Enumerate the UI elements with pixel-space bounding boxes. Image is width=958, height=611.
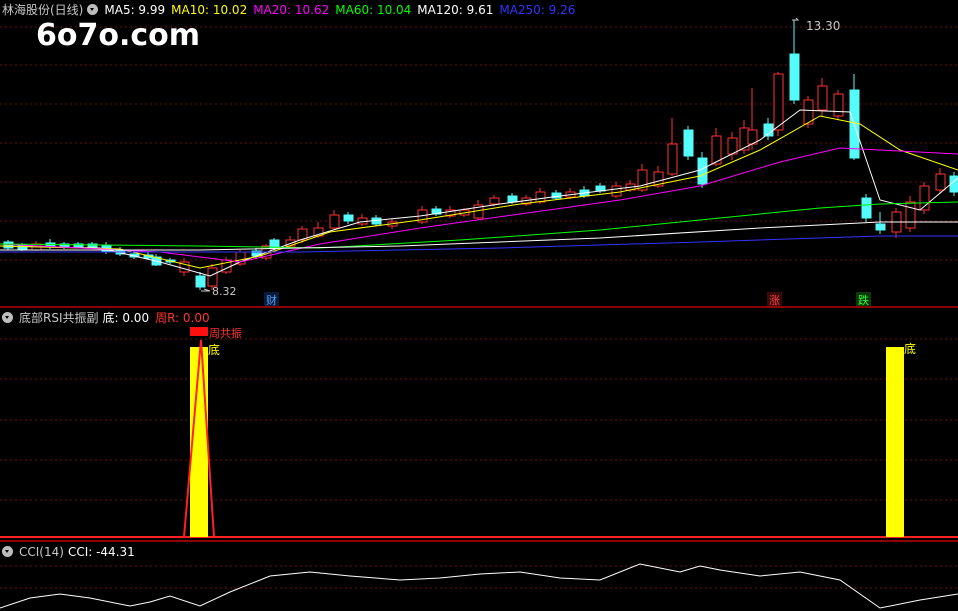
cci-chart[interactable]: [0, 542, 958, 611]
low-arrow: [201, 288, 211, 292]
candle-body: [905, 201, 916, 229]
rsi-header: 底部RSI共振副 底: 0.00 周R: 0.00: [2, 310, 216, 326]
low-price-label: 8.32: [212, 285, 237, 298]
candle-body: [789, 53, 800, 101]
main-chart-panel[interactable]: 林海股份(日线) MA5: 9.99 MA10: 10.02 MA20: 10.62 M…: [0, 0, 958, 308]
stock-title: 林海股份(日线): [2, 3, 84, 17]
rsi-chart[interactable]: [0, 308, 958, 540]
ma5-label: MA5: 9.99: [104, 3, 166, 17]
high-price-label: 13.30: [806, 19, 841, 33]
cci-header: CCI(14) CCI: -44.31: [2, 544, 141, 560]
cci-indicator-panel[interactable]: CCI(14) CCI: -44.31: [0, 542, 958, 611]
cci-title: CCI(14): [19, 545, 64, 559]
bottom-label-2: 底: [904, 342, 917, 356]
high-arrow: [792, 17, 800, 21]
candle-body: [507, 195, 518, 203]
dropdown-circle-icon[interactable]: [2, 546, 13, 557]
main-chart-header: 林海股份(日线) MA5: 9.99 MA10: 10.02 MA20: 10.62 M…: [2, 2, 581, 18]
candle-body: [861, 197, 872, 219]
rsi-zhou-value: 周R: 0.00: [155, 311, 210, 325]
candle-body: [683, 129, 694, 157]
rsi-indicator-panel[interactable]: 底部RSI共振副 底: 0.00 周R: 0.00 周共振 底 底: [0, 308, 958, 540]
candle-body: [329, 214, 340, 229]
ma120-label: MA120: 9.61: [417, 3, 494, 17]
candle-body: [697, 157, 708, 185]
candle-body: [773, 73, 784, 131]
zhou-resonance-label: 周共振: [209, 327, 242, 340]
rsi-di-value: 底: 0.00: [102, 311, 150, 325]
zhou-resonance-flag: [190, 327, 208, 336]
candle-body: [611, 185, 622, 197]
watermark-logo: 6o7o.com: [36, 18, 201, 53]
rsi-bar-2: [886, 347, 904, 537]
candle-body: [343, 214, 354, 222]
candle-body: [535, 191, 546, 203]
cci-line: [0, 563, 958, 609]
ma20-label: MA20: 10.62: [253, 3, 330, 17]
candle-body: [833, 93, 844, 117]
ma250-label: MA250: 9.26: [499, 3, 576, 17]
cci-value: CCI: -44.31: [67, 545, 135, 559]
candle-body: [817, 85, 828, 111]
candle-body: [727, 137, 738, 155]
candle-body: [207, 267, 218, 287]
rsi-title: 底部RSI共振副: [19, 311, 99, 325]
candle-body: [195, 275, 206, 288]
candle-body: [935, 173, 946, 191]
ma60-label: MA60: 10.04: [335, 3, 412, 17]
candle-body: [489, 197, 500, 205]
dropdown-circle-icon[interactable]: [2, 312, 13, 323]
dropdown-circle-icon[interactable]: [87, 4, 99, 15]
bottom-label-1: 底: [208, 343, 221, 357]
candle-body: [667, 143, 678, 175]
ma10-label: MA10: 10.02: [171, 3, 248, 17]
candle-body: [875, 223, 886, 231]
